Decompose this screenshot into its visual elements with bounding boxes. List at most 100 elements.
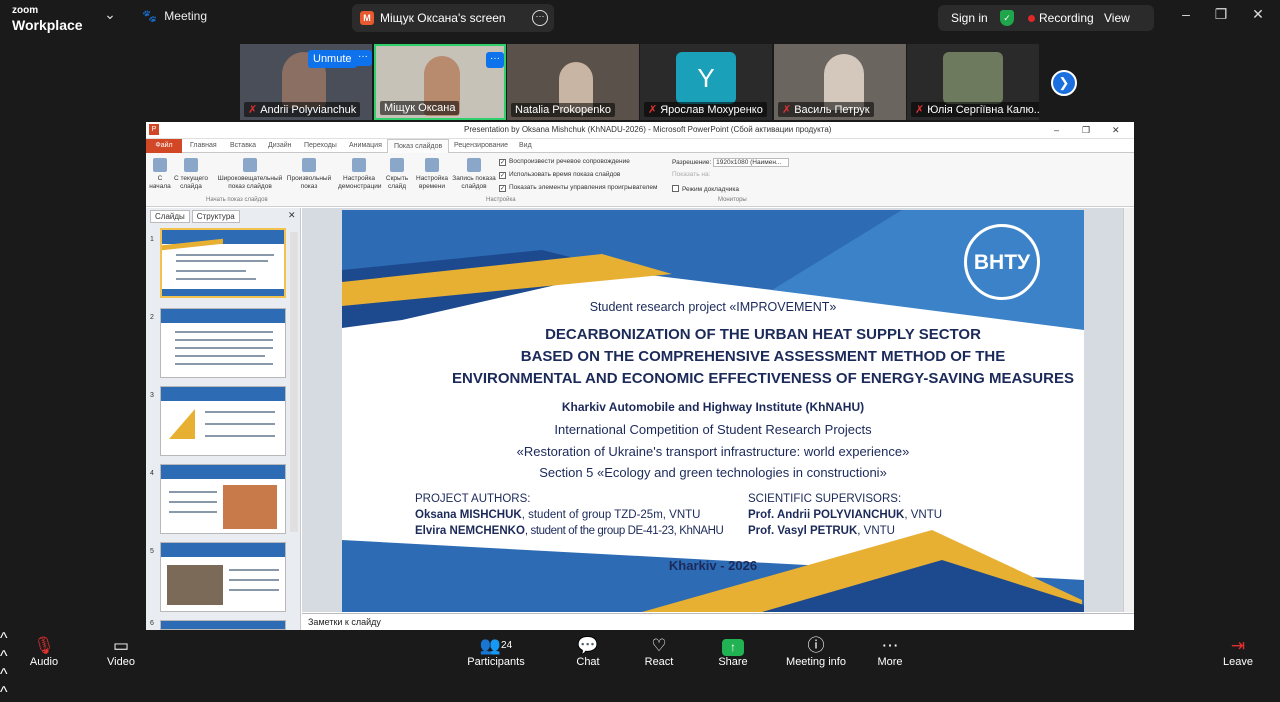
share-button[interactable]: ↑ Share: [717, 636, 749, 668]
avatar: [943, 52, 1003, 104]
participants-options-caret[interactable]: ^: [0, 666, 1280, 684]
slide-thumbnail[interactable]: [160, 308, 286, 378]
tab-design[interactable]: Дизайн: [268, 142, 292, 149]
tab-transitions[interactable]: Переходы: [304, 142, 337, 149]
hide-slide-button[interactable]: Скрыть слайд: [384, 158, 410, 191]
panel-close-icon[interactable]: ✕: [288, 210, 296, 221]
screen-share-tab[interactable]: M Міщук Оксана's screen ···: [352, 4, 554, 32]
slide-thumbnail[interactable]: [160, 464, 286, 534]
thumb-band: [161, 621, 285, 629]
react-button[interactable]: ♡ React: [644, 636, 674, 668]
participant-tile[interactable]: ✗ Юлія Сергіївна Калю...: [907, 44, 1039, 120]
tab-file[interactable]: Файл: [146, 139, 182, 153]
slide-scrollbar[interactable]: [1123, 208, 1134, 612]
timings-checkbox[interactable]: ✓ Использовать время показа слайдов: [499, 171, 620, 179]
resolution-select[interactable]: 1920x1080 (Наимен...: [713, 158, 790, 167]
more-button[interactable]: ⋯ More: [874, 636, 906, 668]
close-icon[interactable]: ✕: [1248, 6, 1268, 23]
share-tab-initial: M: [360, 11, 374, 25]
tab-review[interactable]: Рецензирование: [454, 142, 508, 149]
slide-thumbnail[interactable]: [160, 620, 286, 630]
participant-tile-active[interactable]: ··· Міщук Оксана: [374, 44, 506, 120]
audio-button[interactable]: 🎙 Audio: [28, 636, 60, 668]
ppt-minimize-icon[interactable]: –: [1054, 125, 1059, 135]
audio-options-caret[interactable]: ^: [0, 630, 1280, 648]
record-show-button[interactable]: Запись показа слайдов: [450, 158, 498, 191]
participant-tile[interactable]: ✗ Василь Петрук: [774, 44, 906, 120]
participant-name-text: Ярослав Мохуренко: [660, 104, 763, 116]
ppt-close-icon[interactable]: ✕: [1112, 125, 1120, 136]
presenter-view-checkbox[interactable]: Режим докладчика: [672, 185, 739, 193]
chat-options-caret[interactable]: ^: [0, 684, 1280, 702]
slide-footer: Kharkiv - 2026: [668, 558, 758, 573]
setup-show-button[interactable]: Настройка демонстрации: [338, 158, 382, 191]
leave-button[interactable]: ⇥ Leave: [1222, 636, 1254, 668]
thumb-band: [161, 387, 285, 401]
supervisors-heading: SCIENTIFIC SUPERVISORS:: [748, 493, 902, 505]
chevron-down-icon[interactable]: ⌄: [100, 6, 120, 23]
thumb-line: [176, 254, 274, 256]
meeting-info-button[interactable]: ⓘ Meeting info: [784, 636, 848, 668]
tab-slideshow[interactable]: Показ слайдов: [387, 139, 450, 154]
participant-tile[interactable]: Y ✗ Ярослав Мохуренко: [640, 44, 772, 120]
title-line-2: BASED ON THE COMPREHENSIVE ASSESSMENT ME…: [520, 348, 1006, 365]
from-beginning-button[interactable]: С начала: [148, 158, 172, 191]
resolution-field[interactable]: Разрешение: 1920x1080 (Наимен...: [672, 158, 790, 167]
video-options-caret[interactable]: ^: [0, 648, 1280, 666]
participants-button[interactable]: 👥24 Participants: [466, 636, 526, 668]
participant-tile[interactable]: Unmute ··· ✗ Andrii Polyvianchuk: [240, 44, 372, 120]
supervisor-1-name: Prof. Andrii POLYVIANCHUK: [748, 509, 905, 521]
brand-large: Workplace: [12, 17, 83, 33]
minimize-icon[interactable]: –: [1176, 6, 1196, 22]
thumb-line: [205, 435, 275, 437]
share-label: Share: [718, 656, 748, 668]
muted-mic-icon: ✗: [782, 104, 792, 116]
restoration-line: «Restoration of Ukraine's transport infr…: [516, 444, 910, 459]
ribbon: С начала С текущего слайда Широковещател…: [146, 153, 1134, 207]
tab-outline[interactable]: Структура: [191, 210, 240, 223]
video-button[interactable]: ▭ Video: [104, 636, 138, 668]
more-options-icon[interactable]: ···: [532, 10, 548, 26]
restore-icon[interactable]: ❐: [1211, 6, 1231, 23]
narration-checkbox[interactable]: ✓ Воспроизвести речевое сопровождение: [499, 158, 630, 166]
tile-more-icon[interactable]: ···: [354, 50, 372, 66]
thumb-line: [176, 260, 268, 262]
notes-pane[interactable]: Заметки к слайду: [302, 613, 1134, 630]
current-slide[interactable]: ВНТУ Student research project «IMPROVEME…: [342, 210, 1084, 612]
ppt-window-title: Presentation by Oksana Mishchuk (KhNADU-…: [464, 125, 832, 134]
participant-name: ✗ Andrii Polyvianchuk: [244, 102, 361, 117]
ppt-restore-icon[interactable]: ❐: [1082, 125, 1090, 136]
rehearse-timings-button[interactable]: Настройка времени: [414, 158, 450, 191]
broadcast-button[interactable]: Широковещательный показ слайдов: [214, 158, 286, 191]
custom-show-button[interactable]: Произвольный показ: [284, 158, 334, 191]
rehearse-label: Настройка времени: [416, 175, 448, 190]
logo-text: ВНТУ: [973, 251, 1031, 274]
slide-thumbnail[interactable]: [160, 542, 286, 612]
participant-name-text: Natalia Prokopenko: [515, 104, 612, 116]
from-current-button[interactable]: С текущего слайда: [172, 158, 210, 191]
next-page-button[interactable]: ❯: [1051, 70, 1077, 96]
sign-in-button[interactable]: Sign in: [951, 11, 988, 25]
view-button[interactable]: View: [1104, 11, 1130, 25]
checkbox-box: [672, 185, 679, 192]
tile-more-icon[interactable]: ···: [486, 52, 504, 68]
share-arrow-icon: ↑: [722, 639, 744, 656]
participant-tile[interactable]: Natalia Prokopenko: [507, 44, 639, 120]
slide-thumbnail[interactable]: [160, 228, 286, 298]
tab-view[interactable]: Вид: [519, 142, 532, 149]
video-label: Video: [107, 656, 135, 668]
panel-scrollbar[interactable]: [290, 232, 298, 532]
recording-status[interactable]: Recording: [1039, 11, 1094, 25]
participant-name: ✗ Юлія Сергіївна Калю...: [911, 102, 1039, 117]
meeting-menu[interactable]: 🐾 Meeting: [142, 9, 207, 23]
slide-thumbnail[interactable]: [160, 386, 286, 456]
thumb-line: [176, 270, 246, 272]
tab-animation[interactable]: Анимация: [349, 142, 382, 149]
unmute-button[interactable]: Unmute: [308, 50, 357, 68]
tab-slides[interactable]: Слайды: [150, 210, 190, 223]
tab-home[interactable]: Главная: [190, 142, 217, 149]
media-controls-checkbox[interactable]: ✓ Показать элементы управления проигрыват…: [499, 184, 657, 192]
presenter-view-label: Режим докладчика: [682, 186, 739, 193]
tab-insert[interactable]: Вставка: [230, 142, 256, 149]
chat-button[interactable]: 💬 Chat: [574, 636, 602, 668]
